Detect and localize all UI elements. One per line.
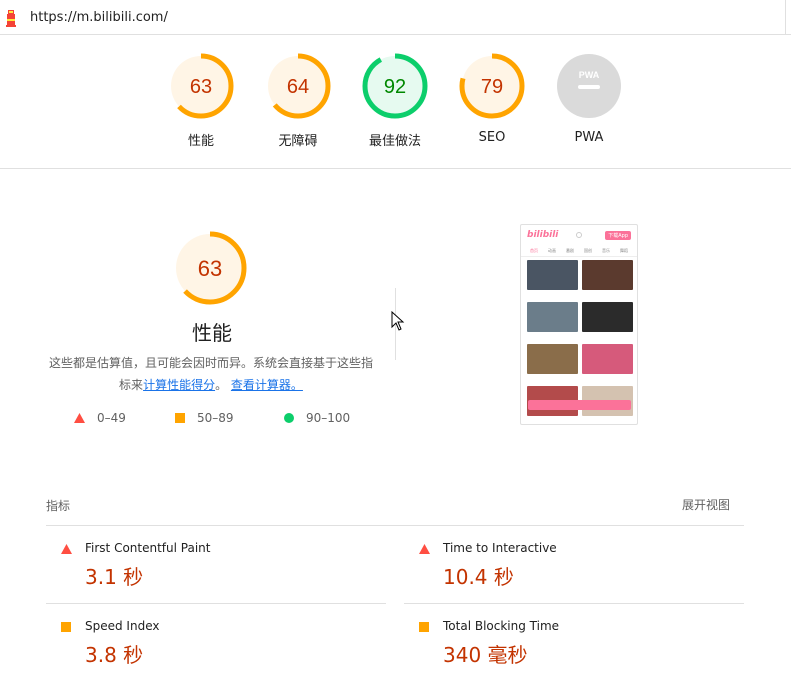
thumb-tab: 首页 xyxy=(530,247,538,253)
metric-value: 3.8 秒 xyxy=(85,643,144,667)
performance-gauge: 63 xyxy=(173,231,247,305)
performance-score: 63 xyxy=(198,256,222,281)
thumb-caption xyxy=(527,416,578,424)
thumb-caption xyxy=(527,290,578,300)
thumb-video-card xyxy=(527,302,578,342)
category-gauges: 63 性能 64 无障碍 92 最佳做法 79 SEO PWA PWA xyxy=(0,35,791,169)
gauge-label: 最佳做法 xyxy=(368,134,421,149)
triangle-icon xyxy=(61,544,72,554)
url-bar-edge xyxy=(785,0,791,35)
thumb-video-card xyxy=(582,344,633,384)
circle-icon xyxy=(284,413,294,423)
pwa-badge-text: PWA xyxy=(579,70,600,80)
page-url[interactable]: https://m.bilibili.com/ xyxy=(30,10,168,25)
metric-value: 340 毫秒 xyxy=(443,643,528,667)
square-icon xyxy=(61,622,71,632)
triangle-icon xyxy=(74,413,85,423)
thumb-tab: 动画 xyxy=(548,247,556,253)
thumb-caption xyxy=(582,374,633,384)
search-icon xyxy=(576,232,583,238)
metric-speed-index: Speed Index 3.8 秒 xyxy=(46,604,386,682)
thumb-image xyxy=(527,260,578,290)
gauge-ring: 79 xyxy=(459,53,525,119)
performance-description: 这些都是估算值，且可能会因时而异。系统会直接基于这些指标来计算性能得分。 查看计… xyxy=(46,352,376,396)
performance-title: 性能 xyxy=(192,321,232,345)
thumb-video-card xyxy=(582,260,633,300)
gauge-ring: 63 xyxy=(168,53,234,119)
metrics-title: 指标 xyxy=(46,499,71,513)
thumb-caption xyxy=(582,332,633,342)
page-screenshot-thumbnail: bilibili 下载App 首页 动画 番剧 国创 音乐 舞蹈 xyxy=(520,224,638,425)
metric-name: Total Blocking Time xyxy=(443,619,560,633)
download-app-button: 下载App xyxy=(605,230,631,240)
metric-fcp: First Contentful Paint 3.1 秒 xyxy=(46,526,386,604)
bilibili-logo: bilibili xyxy=(527,230,559,240)
gauge-score: 64 xyxy=(287,76,309,98)
metrics-header: 指标 展开视图 xyxy=(46,494,744,526)
thumb-tabs: 首页 动画 番剧 国创 音乐 舞蹈 xyxy=(521,245,637,257)
square-icon xyxy=(419,622,429,632)
thumb-caption xyxy=(582,416,633,424)
metric-tti: Time to Interactive 10.4 秒 xyxy=(404,526,744,604)
thumb-banner xyxy=(528,400,631,410)
triangle-icon xyxy=(419,544,430,554)
thumb-image xyxy=(582,302,633,332)
legend-range: 0–49 xyxy=(97,411,126,425)
gauge-score: 92 xyxy=(384,76,406,98)
gauge-score: 63 xyxy=(190,76,212,98)
gauge-ring: 92 xyxy=(362,53,428,119)
gauge-score: 79 xyxy=(481,76,503,98)
desc-separator: 。 xyxy=(215,378,228,392)
metric-name: First Contentful Paint xyxy=(85,541,211,555)
gauge-label: 无障碍 xyxy=(278,134,318,149)
thumb-video-card xyxy=(527,260,578,300)
metric-name: Time to Interactive xyxy=(443,541,557,555)
legend-average: 50–89 xyxy=(175,408,234,428)
thumb-tab: 国创 xyxy=(584,247,592,253)
gauge-accessibility[interactable]: 64 无障碍 xyxy=(258,52,338,149)
thumb-image xyxy=(527,302,578,332)
thumb-caption xyxy=(527,374,578,384)
gauge-label: PWA xyxy=(574,130,604,145)
metric-name: Speed Index xyxy=(85,619,160,633)
url-bar: https://m.bilibili.com/ xyxy=(0,0,791,35)
thumb-video-card xyxy=(527,344,578,384)
thumb-image xyxy=(582,344,633,374)
mouse-cursor-icon xyxy=(391,311,405,331)
square-icon xyxy=(175,413,185,423)
metric-tbt: Total Blocking Time 340 毫秒 xyxy=(404,604,744,682)
metric-value: 3.1 秒 xyxy=(85,565,144,589)
legend-range: 90–100 xyxy=(306,411,351,425)
thumb-image xyxy=(527,344,578,374)
gauge-label: 性能 xyxy=(187,134,214,149)
legend-range: 50–89 xyxy=(197,411,234,425)
thumb-caption xyxy=(527,332,578,342)
legend-pass: 90–100 xyxy=(284,408,350,428)
expand-view-toggle[interactable]: 展开视图 xyxy=(682,496,730,513)
gauge-ring: 64 xyxy=(265,53,331,119)
gauge-performance[interactable]: 63 性能 xyxy=(161,52,241,149)
thumb-header: bilibili 下载App xyxy=(521,225,637,245)
gauge-label: SEO xyxy=(478,130,506,145)
legend-fail: 0–49 xyxy=(74,408,126,428)
thumb-tab: 番剧 xyxy=(566,247,574,253)
thumb-video-card xyxy=(582,302,633,342)
thumb-image xyxy=(582,260,633,290)
gauge-best-practices[interactable]: 92 最佳做法 xyxy=(355,52,435,149)
thumb-tab: 音乐 xyxy=(602,247,610,253)
gauge-seo[interactable]: 79 SEO xyxy=(452,52,532,145)
calc-score-link[interactable]: 计算性能得分 xyxy=(143,378,215,392)
view-calculator-link[interactable]: 查看计算器。 xyxy=(231,378,303,392)
gauge-pwa[interactable]: PWA PWA xyxy=(549,52,629,145)
metric-value: 10.4 秒 xyxy=(443,565,514,589)
pwa-badge-icon: PWA xyxy=(557,54,621,118)
lighthouse-icon xyxy=(6,10,16,27)
thumb-caption xyxy=(582,290,633,300)
thumb-tab: 舞蹈 xyxy=(620,247,628,253)
